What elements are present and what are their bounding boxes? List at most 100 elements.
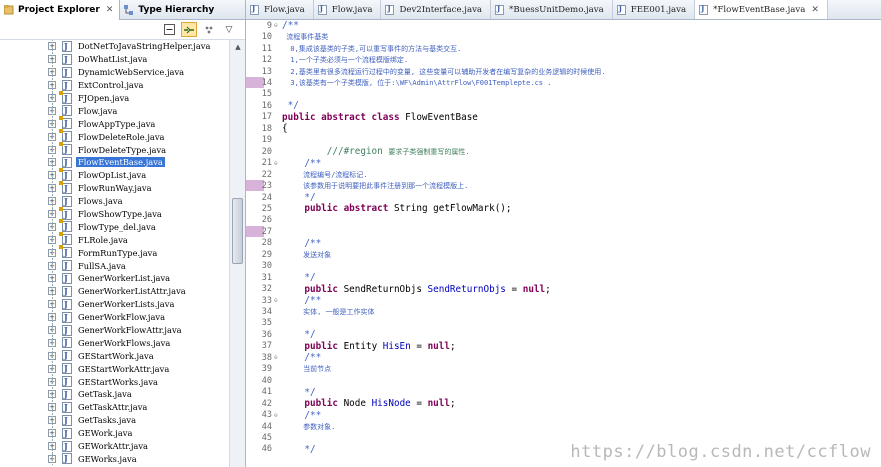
code-editor[interactable]: 9 ⊖/** 10 流程事件基类 11 0,集成该基类的子类,可以重写事件的方法与基类… [246, 20, 881, 467]
fold-icon[interactable]: ⊖ [274, 22, 282, 29]
view-menu-icon[interactable] [201, 22, 217, 37]
code-line[interactable]: 20 ///#region 要求子类强制重写的属性. [246, 146, 881, 158]
tree-item[interactable]: +FlowType_del.java [0, 219, 228, 234]
tree-item[interactable]: +GenerWorkFlows.java [0, 336, 228, 350]
tab-project-explorer[interactable]: Project Explorer ✕ [0, 0, 121, 20]
code-line[interactable]: 38 ⊖ /** [246, 352, 881, 364]
code-line[interactable]: 23 该参数用于说明要把此事件注册到那一个流程模版上. [246, 180, 881, 192]
editor-tab[interactable]: Flow.java [246, 0, 314, 19]
code-line[interactable]: 44 参数对象. [246, 421, 881, 433]
code-line[interactable]: 26 [246, 215, 881, 227]
tree-item[interactable]: +FlowDeleteRole.java [0, 129, 228, 144]
editor-tab[interactable]: *BuessUnitDemo.java [491, 0, 613, 19]
code-line[interactable]: 43 ⊖ /** [246, 409, 881, 421]
tree-guide [0, 388, 58, 401]
code-line[interactable]: 22 流程编号/流程标记. [246, 169, 881, 181]
code-line[interactable]: 21 ⊖ /** [246, 157, 881, 169]
code-line[interactable]: 34 实体, 一般是工作实体 [246, 306, 881, 318]
tree-item[interactable]: +FlowAppType.java [0, 116, 228, 131]
code-line[interactable]: 39 当前节点 [246, 364, 881, 376]
tree-item[interactable]: +GenerWorkFlowAttr.java [0, 323, 228, 337]
code-line[interactable]: 36 */ [246, 329, 881, 341]
tree-item[interactable]: +FlowDeleteType.java [0, 142, 228, 156]
tree-item[interactable]: +FlowEventBase.java [0, 156, 228, 169]
tree-item[interactable]: +GEWorkAttr.java [0, 439, 228, 453]
tree-item[interactable]: +FullSA.java [0, 259, 228, 272]
editor-tab[interactable]: FEE001.java [613, 0, 696, 19]
code-token: 该参数用于说明要把此事件注册到那一个流程模版上. [282, 182, 469, 191]
fold-icon[interactable]: ⊖ [274, 412, 282, 419]
code-token: /** [282, 295, 322, 307]
code-line[interactable]: 10 流程事件基类 [246, 31, 881, 43]
editor-tab[interactable]: Flow.java [314, 0, 382, 19]
code-line[interactable]: 18 { [246, 123, 881, 135]
code-line[interactable]: 9 ⊖/** [246, 20, 881, 32]
code-line[interactable]: 27 [246, 226, 881, 238]
code-line[interactable]: 33 ⊖ /** [246, 295, 881, 307]
tree-item[interactable]: +FlowShowType.java [0, 206, 228, 221]
code-line[interactable]: 37 public Entity HisEn = null; [246, 341, 881, 353]
code-line[interactable]: 32 public SendReturnObjs SendReturnObjs … [246, 283, 881, 295]
scroll-up-icon[interactable]: ▲ [230, 40, 245, 54]
tree-item[interactable]: +GenerWorkerListAttr.java [0, 284, 228, 298]
code-line[interactable]: 11 0,集成该基类的子类,可以重写事件的方法与基类交互. [246, 43, 881, 55]
link-with-editor-button[interactable] [181, 22, 197, 37]
code-line[interactable]: 15 [246, 89, 881, 101]
tree-item[interactable]: +DotNetToJavaStringHelper.java [0, 40, 228, 53]
code-line[interactable]: 35 [246, 318, 881, 330]
tree-item[interactable]: +GetTaskAttr.java [0, 400, 228, 414]
tree-item[interactable]: +ExtControl.java [0, 78, 228, 92]
close-icon[interactable]: ✕ [106, 5, 114, 15]
code-line[interactable]: 16 */ [246, 100, 881, 112]
code-line[interactable]: 29 发送对象 [246, 249, 881, 261]
tree-item[interactable]: +GenerWorkerList.java [0, 272, 228, 285]
code-line[interactable]: 17 public abstract class FlowEventBase [246, 112, 881, 124]
tree-item[interactable]: +FLRole.java [0, 232, 228, 247]
code-line[interactable]: 19 [246, 135, 881, 147]
tree-item[interactable]: +DoWhatList.java [0, 52, 228, 66]
editor-tab[interactable]: *FlowEventBase.java ✕ [695, 0, 828, 19]
code-line[interactable]: 30 [246, 260, 881, 272]
code-line[interactable]: 24 */ [246, 192, 881, 204]
code-token: /** [282, 237, 322, 249]
close-icon[interactable]: ✕ [811, 5, 819, 15]
code-line[interactable]: 28 /** [246, 238, 881, 250]
tree-item[interactable]: +GEStartWork.java [0, 349, 228, 363]
tree-item[interactable]: +GetTask.java [0, 388, 228, 401]
tree-item[interactable]: +Flows.java [0, 194, 228, 208]
editor-tab[interactable]: Dev2Interface.java [381, 0, 492, 19]
scrollbar-thumb[interactable] [232, 198, 243, 264]
editor-tab-bar: Flow.java Flow.java Dev2Interface.java *Bue… [246, 0, 881, 20]
fold-icon[interactable]: ⊖ [274, 354, 282, 361]
code-line[interactable]: 40 [246, 375, 881, 387]
fold-icon[interactable]: ⊖ [274, 160, 282, 167]
tree-scrollbar[interactable]: ▲ [229, 40, 245, 467]
code-line[interactable]: 31 */ [246, 272, 881, 284]
tree-item[interactable]: +FlowOpList.java [0, 167, 228, 182]
tree-item[interactable]: +GetTasks.java [0, 413, 228, 427]
tree-item[interactable]: +GEStartWorks.java [0, 375, 228, 388]
tree-item[interactable]: +FlowRunWay.java [0, 180, 228, 195]
tree-item[interactable]: +GenerWorkFlow.java [0, 310, 228, 324]
tree-item[interactable]: +DynamicWebService.java [0, 65, 228, 79]
line-number: 13 [261, 66, 272, 77]
code-line[interactable]: 13 2,基类里有很多流程运行过程中的变量, 这些变量可以辅助开发者在编写复杂的… [246, 66, 881, 78]
code-line[interactable]: 41 */ [246, 386, 881, 398]
tree-item[interactable]: +Flow.java [0, 104, 228, 118]
code-text: */ [282, 100, 299, 111]
tree-item[interactable]: +FormRunType.java [0, 245, 228, 260]
code-line[interactable]: 42 public Node HisNode = null; [246, 398, 881, 410]
fold-icon[interactable]: ⊖ [274, 297, 282, 304]
tree-item[interactable]: +GenerWorkerLists.java [0, 297, 228, 311]
code-line[interactable]: 12 1,一个子类必须与一个流程模版绑定. [246, 54, 881, 66]
code-line[interactable]: 25 public abstract String getFlowMark(); [246, 203, 881, 215]
tree-item[interactable]: +FJOpen.java [0, 90, 228, 105]
collapse-all-button[interactable] [161, 22, 177, 37]
tab-label: Type Hierarchy [138, 4, 215, 15]
code-line[interactable]: 14 3,该基类有一个子类模版, 位于:\WF\Admin\AttrFlow\F… [246, 77, 881, 89]
tree-item[interactable]: +GEStartWorkAttr.java [0, 362, 228, 376]
tree-item[interactable]: +GEWorks.java [0, 452, 228, 466]
tab-type-hierarchy[interactable]: Type Hierarchy [120, 0, 220, 19]
tree-item[interactable]: +GEWork.java [0, 426, 228, 440]
chevron-down-icon[interactable]: ▽ [221, 22, 237, 37]
